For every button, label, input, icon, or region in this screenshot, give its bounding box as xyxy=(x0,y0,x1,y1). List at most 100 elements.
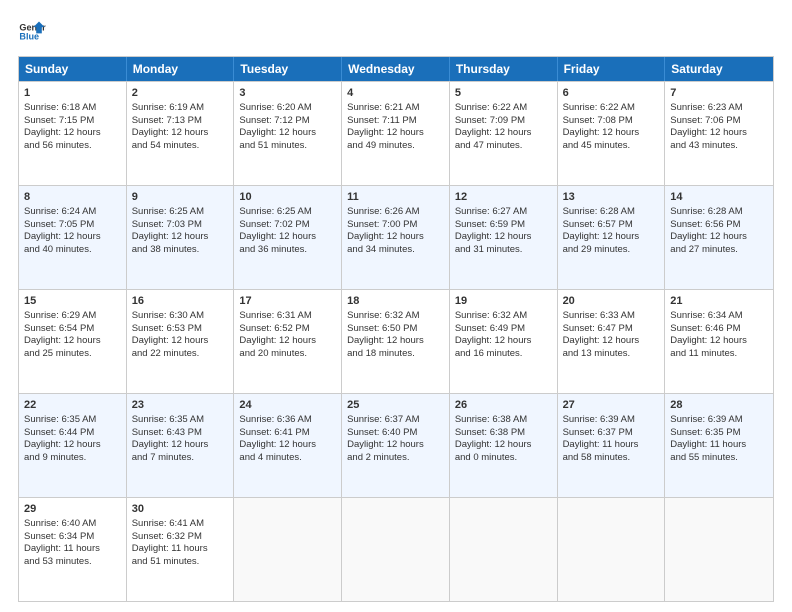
calendar-cell: 2Sunrise: 6:19 AMSunset: 7:13 PMDaylight… xyxy=(127,82,235,185)
daylight: Daylight: 12 hoursand 11 minutes. xyxy=(670,335,747,359)
daylight: Daylight: 12 hoursand 31 minutes. xyxy=(455,231,532,255)
header-tuesday: Tuesday xyxy=(234,57,342,81)
calendar-cell: 18Sunrise: 6:32 AMSunset: 6:50 PMDayligh… xyxy=(342,290,450,393)
day-number: 18 xyxy=(347,294,444,309)
daylight: Daylight: 12 hoursand 34 minutes. xyxy=(347,231,424,255)
day-number: 10 xyxy=(239,190,336,205)
day-number: 7 xyxy=(670,86,768,101)
day-number: 6 xyxy=(563,86,660,101)
sunset: Sunset: 6:57 PM xyxy=(563,219,633,230)
header-sunday: Sunday xyxy=(19,57,127,81)
sunset: Sunset: 6:35 PM xyxy=(670,427,740,438)
day-number: 20 xyxy=(563,294,660,309)
sunset: Sunset: 7:06 PM xyxy=(670,115,740,126)
sunrise: Sunrise: 6:24 AM xyxy=(24,206,96,217)
day-number: 22 xyxy=(24,398,121,413)
daylight: Daylight: 12 hoursand 13 minutes. xyxy=(563,335,640,359)
sunset: Sunset: 7:02 PM xyxy=(239,219,309,230)
sunrise: Sunrise: 6:20 AM xyxy=(239,102,311,113)
day-number: 1 xyxy=(24,86,121,101)
sunset: Sunset: 7:13 PM xyxy=(132,115,202,126)
daylight: Daylight: 12 hoursand 40 minutes. xyxy=(24,231,101,255)
sunrise: Sunrise: 6:40 AM xyxy=(24,518,96,529)
calendar-cell: 25Sunrise: 6:37 AMSunset: 6:40 PMDayligh… xyxy=(342,394,450,497)
sunrise: Sunrise: 6:23 AM xyxy=(670,102,742,113)
calendar-cell xyxy=(450,498,558,601)
daylight: Daylight: 12 hoursand 7 minutes. xyxy=(132,439,209,463)
calendar-cell: 9Sunrise: 6:25 AMSunset: 7:03 PMDaylight… xyxy=(127,186,235,289)
daylight: Daylight: 12 hoursand 54 minutes. xyxy=(132,127,209,151)
calendar-cell: 5Sunrise: 6:22 AMSunset: 7:09 PMDaylight… xyxy=(450,82,558,185)
sunrise: Sunrise: 6:39 AM xyxy=(670,414,742,425)
sunrise: Sunrise: 6:21 AM xyxy=(347,102,419,113)
daylight: Daylight: 12 hoursand 45 minutes. xyxy=(563,127,640,151)
day-number: 21 xyxy=(670,294,768,309)
daylight: Daylight: 12 hoursand 49 minutes. xyxy=(347,127,424,151)
day-number: 13 xyxy=(563,190,660,205)
sunset: Sunset: 6:38 PM xyxy=(455,427,525,438)
daylight: Daylight: 12 hoursand 9 minutes. xyxy=(24,439,101,463)
sunrise: Sunrise: 6:41 AM xyxy=(132,518,204,529)
sunset: Sunset: 6:34 PM xyxy=(24,531,94,542)
sunrise: Sunrise: 6:39 AM xyxy=(563,414,635,425)
svg-text:Blue: Blue xyxy=(19,32,39,42)
sunrise: Sunrise: 6:28 AM xyxy=(563,206,635,217)
sunset: Sunset: 6:41 PM xyxy=(239,427,309,438)
day-number: 19 xyxy=(455,294,552,309)
daylight: Daylight: 12 hoursand 0 minutes. xyxy=(455,439,532,463)
day-number: 4 xyxy=(347,86,444,101)
calendar-cell: 1Sunrise: 6:18 AMSunset: 7:15 PMDaylight… xyxy=(19,82,127,185)
calendar: Sunday Monday Tuesday Wednesday Thursday… xyxy=(18,56,774,602)
daylight: Daylight: 12 hoursand 18 minutes. xyxy=(347,335,424,359)
sunrise: Sunrise: 6:29 AM xyxy=(24,310,96,321)
calendar-cell xyxy=(665,498,773,601)
calendar-cell: 24Sunrise: 6:36 AMSunset: 6:41 PMDayligh… xyxy=(234,394,342,497)
sunset: Sunset: 7:11 PM xyxy=(347,115,417,126)
calendar-header: Sunday Monday Tuesday Wednesday Thursday… xyxy=(19,57,773,81)
daylight: Daylight: 11 hoursand 55 minutes. xyxy=(670,439,746,463)
header-saturday: Saturday xyxy=(665,57,773,81)
sunset: Sunset: 6:46 PM xyxy=(670,323,740,334)
day-number: 23 xyxy=(132,398,229,413)
calendar-cell xyxy=(234,498,342,601)
calendar-row: 1Sunrise: 6:18 AMSunset: 7:15 PMDaylight… xyxy=(19,81,773,185)
day-number: 16 xyxy=(132,294,229,309)
daylight: Daylight: 12 hoursand 25 minutes. xyxy=(24,335,101,359)
calendar-cell: 7Sunrise: 6:23 AMSunset: 7:06 PMDaylight… xyxy=(665,82,773,185)
header: General Blue xyxy=(18,18,774,46)
sunset: Sunset: 6:54 PM xyxy=(24,323,94,334)
daylight: Daylight: 12 hoursand 47 minutes. xyxy=(455,127,532,151)
daylight: Daylight: 12 hoursand 2 minutes. xyxy=(347,439,424,463)
sunrise: Sunrise: 6:36 AM xyxy=(239,414,311,425)
daylight: Daylight: 11 hoursand 58 minutes. xyxy=(563,439,639,463)
calendar-cell: 17Sunrise: 6:31 AMSunset: 6:52 PMDayligh… xyxy=(234,290,342,393)
logo: General Blue xyxy=(18,18,46,46)
sunrise: Sunrise: 6:37 AM xyxy=(347,414,419,425)
sunset: Sunset: 6:43 PM xyxy=(132,427,202,438)
sunset: Sunset: 6:56 PM xyxy=(670,219,740,230)
sunset: Sunset: 7:09 PM xyxy=(455,115,525,126)
sunset: Sunset: 7:08 PM xyxy=(563,115,633,126)
sunrise: Sunrise: 6:26 AM xyxy=(347,206,419,217)
calendar-row: 15Sunrise: 6:29 AMSunset: 6:54 PMDayligh… xyxy=(19,289,773,393)
sunrise: Sunrise: 6:25 AM xyxy=(239,206,311,217)
calendar-cell: 3Sunrise: 6:20 AMSunset: 7:12 PMDaylight… xyxy=(234,82,342,185)
sunrise: Sunrise: 6:30 AM xyxy=(132,310,204,321)
sunset: Sunset: 7:15 PM xyxy=(24,115,94,126)
sunset: Sunset: 7:12 PM xyxy=(239,115,309,126)
calendar-cell: 19Sunrise: 6:32 AMSunset: 6:49 PMDayligh… xyxy=(450,290,558,393)
calendar-cell: 10Sunrise: 6:25 AMSunset: 7:02 PMDayligh… xyxy=(234,186,342,289)
day-number: 15 xyxy=(24,294,121,309)
sunrise: Sunrise: 6:19 AM xyxy=(132,102,204,113)
day-number: 9 xyxy=(132,190,229,205)
sunset: Sunset: 6:44 PM xyxy=(24,427,94,438)
day-number: 30 xyxy=(132,502,229,517)
calendar-cell: 16Sunrise: 6:30 AMSunset: 6:53 PMDayligh… xyxy=(127,290,235,393)
calendar-cell xyxy=(558,498,666,601)
sunrise: Sunrise: 6:33 AM xyxy=(563,310,635,321)
calendar-cell: 4Sunrise: 6:21 AM Sunset: 7:11 PMDaylight… xyxy=(342,82,450,185)
header-wednesday: Wednesday xyxy=(342,57,450,81)
day-number: 12 xyxy=(455,190,552,205)
day-number: 29 xyxy=(24,502,121,517)
sunset: Sunset: 7:00 PM xyxy=(347,219,417,230)
